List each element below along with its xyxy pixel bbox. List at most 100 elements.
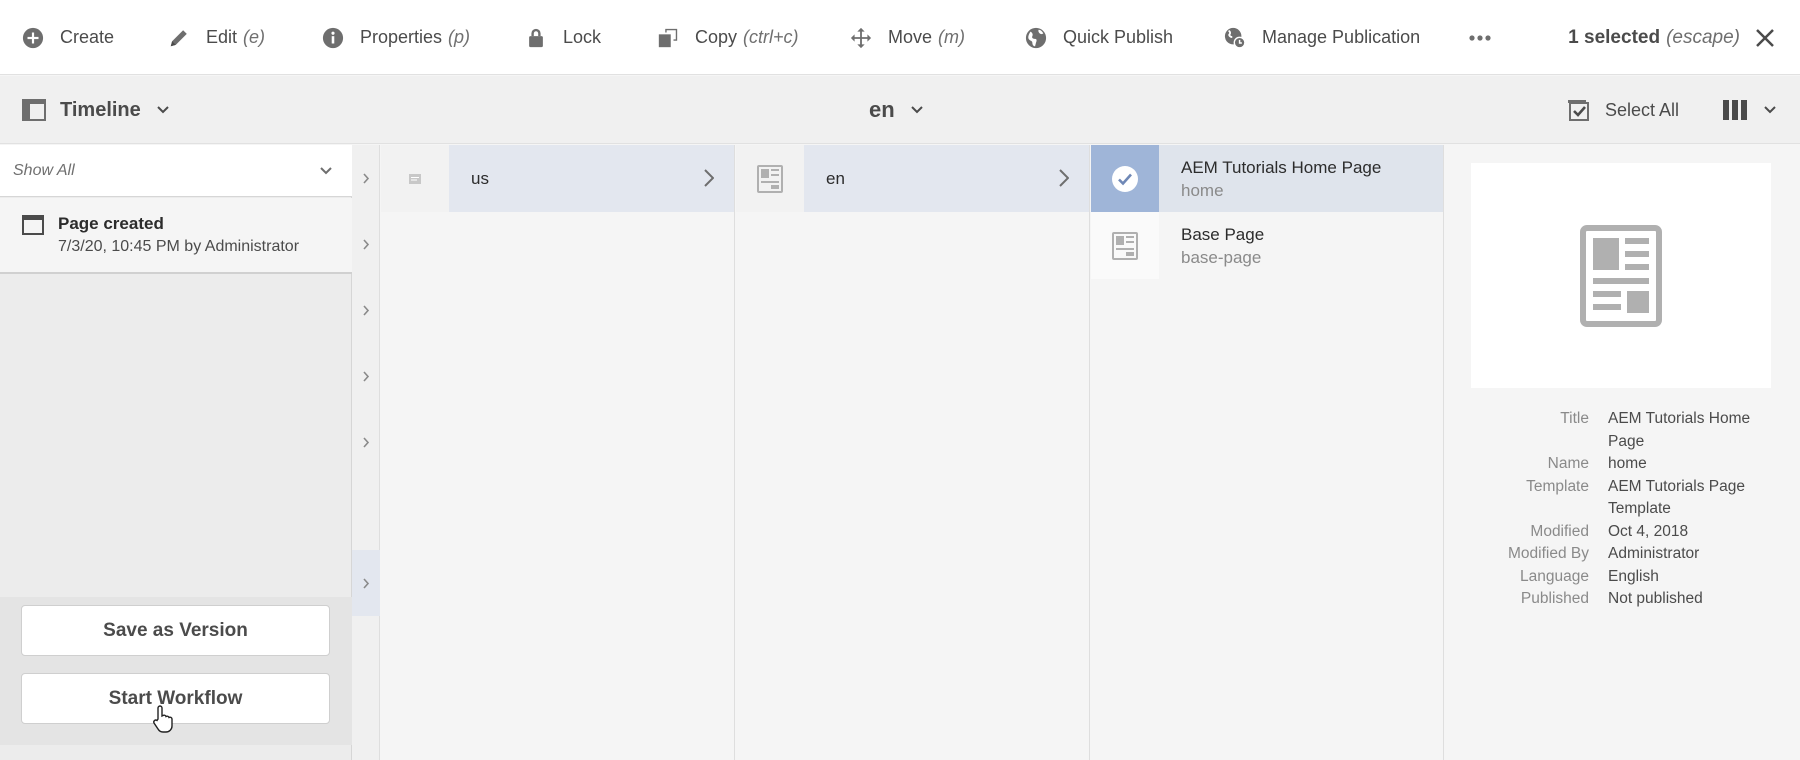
edit-button[interactable]: Edit (e) bbox=[168, 0, 265, 75]
timeline-filter-select[interactable]: Show All bbox=[0, 145, 352, 197]
page-thumbnail bbox=[736, 145, 804, 212]
detail-row-title: Title AEM Tutorials Home Page bbox=[1445, 408, 1800, 453]
column-item-name: home bbox=[1181, 181, 1224, 200]
detail-label: Name bbox=[1547, 455, 1589, 472]
page-template-icon bbox=[757, 164, 783, 193]
column-gutter bbox=[352, 145, 380, 760]
start-workflow-button[interactable]: Start Workflow bbox=[21, 673, 330, 724]
detail-value: Oct 4, 2018 bbox=[1608, 522, 1689, 540]
column-item-en[interactable]: en bbox=[736, 145, 1089, 212]
rail-selector[interactable]: Timeline bbox=[22, 76, 169, 144]
edit-label: Edit bbox=[206, 27, 238, 47]
quick-publish-button[interactable]: Quick Publish bbox=[1025, 0, 1173, 75]
properties-label: Properties bbox=[360, 27, 443, 47]
chevron-down-icon bbox=[1764, 106, 1776, 114]
breadcrumb[interactable]: en bbox=[869, 76, 923, 144]
create-button[interactable]: Create bbox=[22, 0, 114, 75]
detail-value: home bbox=[1608, 455, 1647, 472]
page-icon bbox=[22, 215, 44, 235]
chevron-right-icon bbox=[362, 577, 369, 589]
copy-icon bbox=[658, 28, 678, 47]
preview-thumbnail bbox=[1471, 163, 1771, 388]
selection-hint: (escape) bbox=[1666, 26, 1740, 48]
gutter-arrow[interactable] bbox=[352, 145, 380, 211]
column-pages: AEM Tutorials Home Page home Base Page b… bbox=[1091, 145, 1444, 760]
select-all-label: Select All bbox=[1605, 99, 1680, 120]
selection-info: 1 selected (escape) bbox=[1568, 0, 1740, 75]
move-icon bbox=[850, 27, 872, 48]
column-item-title: en bbox=[826, 169, 845, 188]
globe-icon bbox=[1025, 27, 1047, 48]
folder-thumbnail bbox=[381, 145, 449, 212]
manage-publication-button[interactable]: Manage Publication bbox=[1224, 0, 1420, 75]
detail-label: Template bbox=[1526, 477, 1589, 495]
gutter-arrow[interactable] bbox=[352, 343, 380, 409]
timeline-rail: Show All Page created 7/3/20, 10:45 PM b… bbox=[0, 145, 352, 760]
properties-button[interactable]: Properties (p) bbox=[322, 0, 470, 75]
column-item-title: AEM Tutorials Home Page bbox=[1181, 158, 1382, 177]
detail-value: English bbox=[1608, 567, 1659, 585]
chevron-right-icon bbox=[362, 172, 369, 184]
column-item-home[interactable]: AEM Tutorials Home Page home bbox=[1091, 145, 1443, 212]
lock-icon bbox=[529, 28, 543, 47]
info-icon bbox=[322, 27, 344, 48]
page-template-icon bbox=[1580, 224, 1662, 327]
column-item-us[interactable]: us bbox=[381, 145, 734, 212]
gutter-arrow[interactable] bbox=[352, 550, 380, 616]
chevron-down-icon bbox=[157, 106, 169, 114]
chevron-right-icon bbox=[362, 370, 369, 382]
gutter-arrow[interactable] bbox=[352, 409, 380, 475]
more-actions-button[interactable] bbox=[1468, 0, 1492, 75]
selection-checkbox[interactable] bbox=[1091, 145, 1159, 212]
breadcrumb-label: en bbox=[869, 97, 895, 122]
create-label: Create bbox=[60, 27, 115, 47]
chevron-down-icon bbox=[910, 106, 923, 114]
copy-button[interactable]: Copy (ctrl+c) bbox=[657, 0, 799, 75]
detail-row-template: Template AEM Tutorials Page Template bbox=[1445, 476, 1800, 521]
page-thumbnail bbox=[1091, 212, 1159, 279]
detail-row-published: Published Not published bbox=[1445, 588, 1800, 611]
detail-label: Modified By bbox=[1508, 545, 1589, 562]
selection-count: 1 selected bbox=[1568, 26, 1661, 48]
properties-shortcut: (p) bbox=[448, 27, 471, 47]
detail-value: Not published bbox=[1608, 590, 1703, 607]
detail-value: AEM Tutorials Page Template bbox=[1608, 477, 1745, 518]
close-icon bbox=[1756, 29, 1774, 47]
copy-shortcut: (ctrl+c) bbox=[743, 27, 799, 47]
column-en: en bbox=[736, 145, 1090, 760]
copy-label: Copy bbox=[695, 27, 738, 47]
save-as-version-button[interactable]: Save as Version bbox=[21, 605, 330, 656]
checkbox-checked-icon bbox=[1568, 100, 1589, 121]
detail-label: Modified bbox=[1530, 522, 1589, 540]
column-item-base-page[interactable]: Base Page base-page bbox=[1091, 212, 1443, 279]
timeline-entry-meta: 7/3/20, 10:45 PM by Administrator bbox=[58, 238, 300, 255]
lock-button[interactable]: Lock bbox=[525, 0, 601, 75]
move-shortcut: (m) bbox=[938, 27, 965, 47]
globe-clock-icon bbox=[1224, 27, 1246, 49]
page-template-icon bbox=[1112, 231, 1138, 260]
add-circle-icon bbox=[22, 27, 44, 48]
chevron-right-icon bbox=[362, 436, 369, 448]
rail-selector-label: Timeline bbox=[60, 98, 141, 121]
quick-publish-label: Quick Publish bbox=[1063, 27, 1174, 47]
detail-value: AEM Tutorials Home Page bbox=[1608, 410, 1751, 450]
chevron-right-icon bbox=[1059, 169, 1069, 187]
gutter-arrow[interactable] bbox=[352, 277, 380, 343]
chevron-down-icon bbox=[320, 166, 332, 174]
view-switcher[interactable] bbox=[1722, 76, 1776, 144]
language-folder-icon bbox=[409, 173, 421, 184]
secondary-toolbar: Timeline en Select All bbox=[0, 76, 1800, 144]
detail-row-modified-by: Modified By Administrator bbox=[1445, 543, 1800, 566]
timeline-entry-title: Page created bbox=[58, 214, 164, 233]
chevron-right-icon bbox=[704, 169, 714, 187]
move-button[interactable]: Move (m) bbox=[850, 0, 965, 75]
timeline-filter-value: Show All bbox=[13, 161, 75, 179]
close-selection-button[interactable] bbox=[1754, 27, 1776, 49]
gutter-arrow[interactable] bbox=[352, 211, 380, 277]
timeline-entry[interactable]: Page created 7/3/20, 10:45 PM by Adminis… bbox=[0, 198, 352, 274]
detail-label: Published bbox=[1520, 590, 1589, 607]
hand-cursor-icon bbox=[153, 705, 173, 733]
select-all-button[interactable]: Select All bbox=[1567, 76, 1679, 144]
page-details: Title AEM Tutorials Home Page Name home Te… bbox=[1445, 408, 1800, 611]
pencil-icon bbox=[170, 29, 187, 46]
